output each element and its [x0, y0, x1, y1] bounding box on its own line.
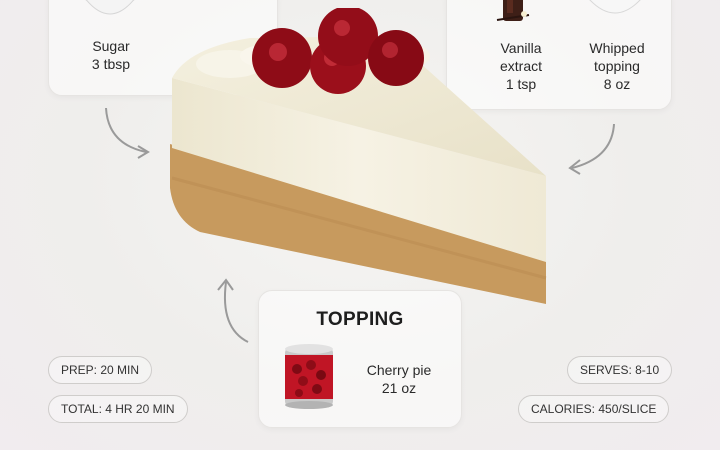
topping-card: TOPPING Cherry pie 21 oz [258, 290, 462, 428]
cheesecake-slice-image [170, 8, 547, 304]
ingredient-name: Sugar [92, 38, 130, 54]
sugar-bowl-icon [84, 0, 136, 15]
whipped-topping-bowl-icon [589, 0, 641, 14]
curved-arrow-icon [105, 107, 150, 159]
ingredient-amount: 3 tbsp [91, 56, 131, 72]
ingredient-name-line2: topping [594, 58, 640, 74]
calories-badge: CALORIES: 450/SLICE [518, 395, 670, 423]
total-time-badge: TOTAL: 4 HR 20 MIN [48, 395, 188, 423]
topping-item-amount: 21 oz [381, 380, 417, 396]
topping-title: TOPPING [316, 309, 404, 330]
ingredient-name-line1: Whipped [589, 40, 645, 56]
serves-badge: SERVES: 8-10 [567, 356, 673, 384]
prep-time-badge: PREP: 20 MIN [48, 356, 153, 384]
curved-arrow-icon [568, 123, 615, 175]
topping-item-name: Cherry pie [366, 362, 432, 378]
cherry-can-icon [285, 344, 333, 409]
ingredient-amount: 8 oz [603, 76, 631, 92]
